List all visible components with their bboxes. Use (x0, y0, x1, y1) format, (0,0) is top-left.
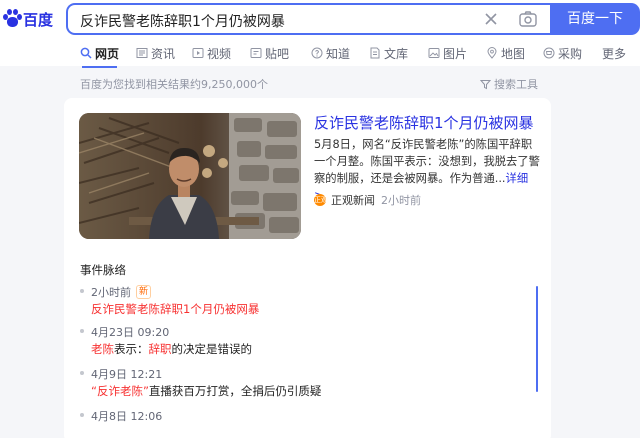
tab-label: 资讯 (151, 46, 176, 61)
tab-label: 地图 (501, 46, 526, 61)
tab-label: 视频 (207, 46, 232, 61)
tab-label: 更多 (602, 46, 627, 61)
tab-zhidao[interactable]: 知道 (311, 43, 350, 63)
news-source: 正观 正观新闻 2小时前 (314, 192, 421, 208)
tab-wenku[interactable]: 文库 (369, 43, 408, 63)
search-icon (80, 47, 92, 59)
video-icon (192, 48, 204, 58)
document-icon (370, 47, 380, 59)
result-count: 百度为您找到相关结果约9,250,000个 (80, 78, 268, 91)
timeline-dot (80, 289, 84, 293)
event-headline-highlight: 老陈 (91, 342, 114, 356)
search-button[interactable]: 百度一下 (550, 3, 640, 35)
news-time: 2小时前 (381, 194, 421, 207)
event-time: 2小时前新 (91, 284, 152, 300)
news-title-link[interactable]: 反诈民警老陈辞职1个月仍被网暴 (314, 112, 534, 133)
event-time: 4月9日 12:21 (91, 368, 163, 381)
tab-video[interactable]: 视频 (192, 43, 231, 63)
news-photo-image (79, 113, 301, 239)
tab-tieba[interactable]: 贴吧 (250, 43, 289, 63)
tab-news[interactable]: 资讯 (136, 43, 175, 63)
tieba-icon (250, 48, 262, 58)
timeline-dot (80, 413, 84, 417)
source-logo-icon: 正观 (314, 194, 328, 206)
search-tools-label: 搜索工具 (494, 78, 538, 91)
news-icon (136, 48, 148, 58)
timeline-heading: 事件脉络 (80, 263, 126, 277)
tab-label: 知道 (326, 46, 351, 61)
clear-icon[interactable] (482, 10, 500, 28)
question-icon (311, 47, 323, 59)
timeline-dot (80, 329, 84, 333)
tab-images[interactable]: 图片 (428, 43, 467, 63)
new-badge: 新 (136, 285, 152, 299)
event-headline-highlight: 辞职 (148, 342, 172, 356)
search-input[interactable]: 反诈民警老陈辞职1个月仍被网暴 (66, 3, 552, 35)
image-icon (428, 48, 440, 58)
event-headline-text: 直播获百万打赏，全捐后仍引质疑 (148, 384, 322, 398)
tab-more[interactable]: 更多 (602, 43, 626, 63)
tab-label: 贴吧 (265, 46, 290, 61)
map-pin-icon (487, 47, 497, 59)
cart-icon (543, 47, 555, 59)
event-time: 4月8日 12:06 (91, 410, 163, 423)
event-time-text: 2小时前 (91, 286, 131, 299)
tab-label: 图片 (443, 46, 468, 61)
filter-icon (480, 79, 491, 89)
search-tools-button[interactable]: 搜索工具 (480, 76, 538, 92)
event-time: 4月23日 09:20 (91, 326, 170, 339)
event-headline[interactable]: 反诈民警老陈辞职1个月仍被网暴 (91, 301, 259, 317)
news-source-name[interactable]: 正观新闻 (331, 192, 375, 208)
search-query-text: 反诈民警老陈辞职1个月仍被网暴 (80, 14, 285, 30)
baidu-logo[interactable]: 百度 (2, 6, 58, 30)
tab-map[interactable]: 地图 (486, 43, 525, 63)
paw-icon (2, 8, 22, 28)
news-thumbnail[interactable] (79, 113, 301, 239)
tab-label: 文库 (384, 46, 409, 61)
timeline-scrollbar[interactable] (536, 286, 538, 392)
tab-purchase[interactable]: 采购 (543, 43, 582, 63)
news-result-card: 反诈民警老陈辞职1个月仍被网暴 5月8日，网名“反诈民警老陈”的陈国平辞职一个月… (64, 98, 551, 438)
event-headline-highlight: “反诈老陈” (91, 384, 149, 398)
tab-label: 采购 (558, 46, 583, 61)
tab-label: 网页 (95, 46, 120, 61)
camera-icon[interactable] (518, 10, 538, 28)
event-headline-highlight: 反诈民警老陈辞职1个月仍被网暴 (91, 302, 260, 316)
event-headline[interactable]: “反诈老陈”直播获百万打赏，全捐后仍引质疑 (91, 383, 321, 399)
tab-web[interactable]: 网页 (80, 43, 120, 68)
logo-text: 百度 (23, 11, 54, 29)
event-headline-text: 的决定是错误的 (171, 342, 253, 356)
top-bar: 百度 反诈民警老陈辞职1个月仍被网暴 百度一下 (0, 0, 640, 38)
event-headline-text: 表示： (114, 342, 149, 356)
timeline-dot (80, 371, 84, 375)
event-headline[interactable]: 老陈表示：辞职的决定是错误的 (91, 341, 252, 357)
search-tabs: 网页 资讯 视频 贴吧 知道 文库 图片 地图 采购 更多 (0, 38, 640, 68)
